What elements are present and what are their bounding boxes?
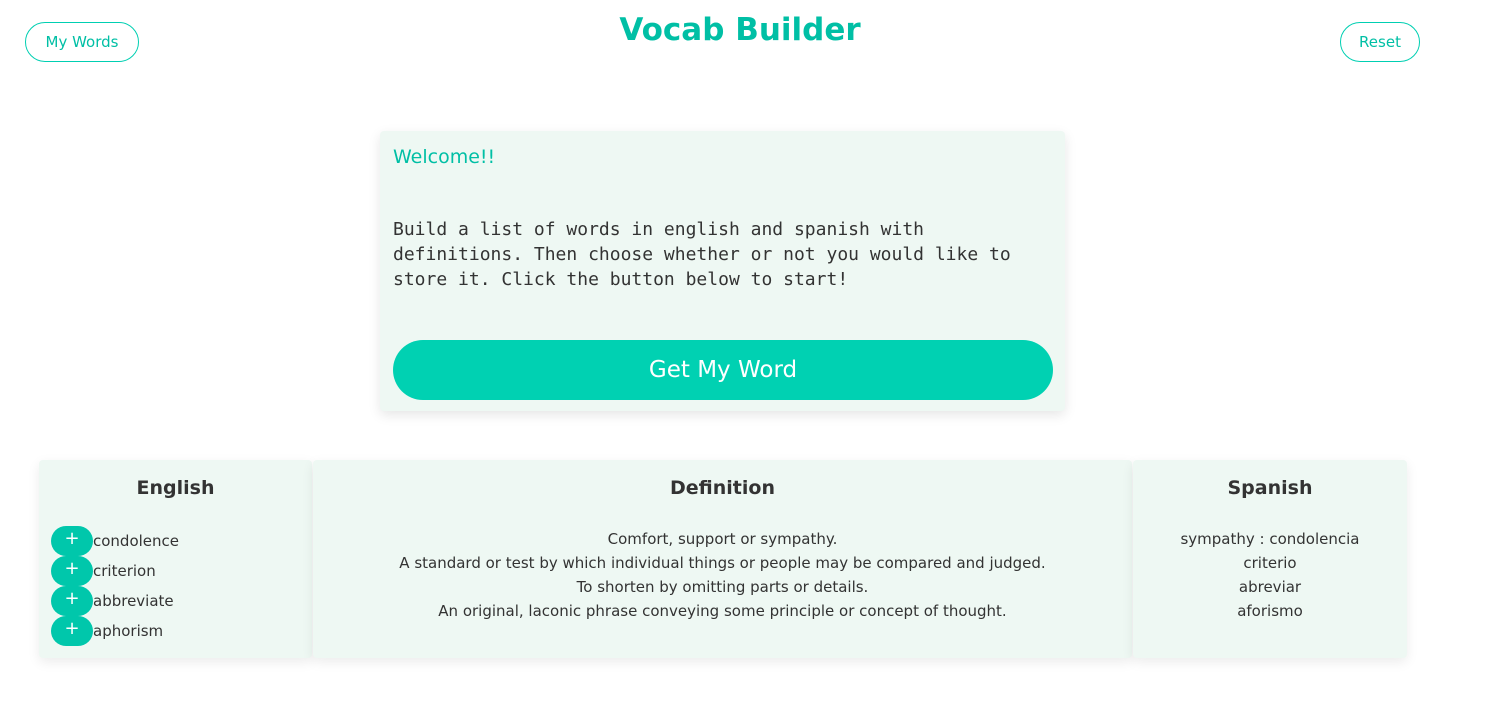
english-row: + criterion [51, 556, 179, 586]
spanish-list: sympathy : condolencia criterio abreviar… [1133, 527, 1407, 623]
add-word-button[interactable]: + [51, 526, 93, 556]
app-title: Vocab Builder [619, 12, 861, 48]
welcome-heading: Welcome!! [393, 146, 496, 168]
definition-item: Comfort, support or sympathy. [607, 530, 838, 548]
definition-column: Definition Comfort, support or sympathy.… [313, 460, 1132, 658]
definition-list: Comfort, support or sympathy. A standard… [313, 527, 1132, 623]
english-word-list: + condolence + criterion + abbreviate + … [51, 526, 179, 646]
english-row: + condolence [51, 526, 179, 556]
plus-icon: + [64, 618, 80, 639]
english-row: + abbreviate [51, 586, 179, 616]
spanish-column: Spanish sympathy : condolencia criterio … [1133, 460, 1407, 658]
get-my-word-button[interactable]: Get My Word [393, 340, 1053, 400]
add-word-button[interactable]: + [51, 556, 93, 586]
definition-item: A standard or test by which individual t… [399, 554, 1046, 572]
definition-item: An original, laconic phrase conveying so… [438, 602, 1007, 620]
english-row: + aphorism [51, 616, 179, 646]
english-word: condolence [93, 532, 180, 550]
english-word: aphorism [93, 622, 164, 640]
plus-icon: + [64, 588, 80, 609]
english-column: English + condolence + criterion + abbre… [39, 460, 312, 658]
spanish-item: abreviar [1238, 578, 1302, 596]
english-word: abbreviate [93, 592, 174, 610]
spanish-item: criterio [1243, 554, 1297, 572]
english-word: criterion [93, 562, 156, 580]
welcome-card: Welcome!! Build a list of words in engli… [380, 131, 1065, 411]
add-word-button[interactable]: + [51, 586, 93, 616]
definition-column-header: Definition [670, 477, 775, 499]
spanish-item: sympathy : condolencia [1180, 530, 1360, 548]
spanish-item: aforismo [1237, 602, 1303, 620]
welcome-text: Build a list of words in english and spa… [393, 219, 1011, 290]
definition-item: To shorten by omitting parts or details. [576, 578, 869, 596]
plus-icon: + [64, 558, 80, 579]
reset-button[interactable]: Reset [1340, 22, 1420, 62]
english-column-header: English [136, 477, 215, 499]
add-word-button[interactable]: + [51, 616, 93, 646]
spanish-column-header: Spanish [1227, 477, 1313, 499]
plus-icon: + [64, 528, 80, 549]
